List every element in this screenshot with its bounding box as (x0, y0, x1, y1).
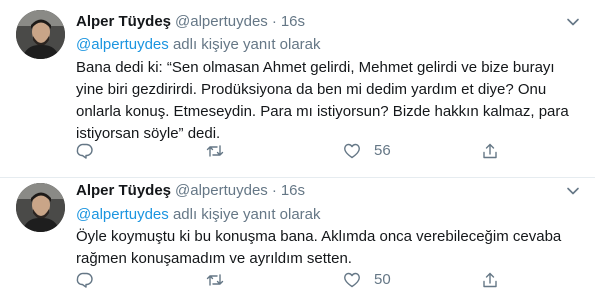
timestamp[interactable]: 16s (281, 182, 305, 199)
reply-icon (76, 143, 93, 159)
reply-mention-link[interactable]: @alpertuydes (76, 206, 169, 223)
chevron-down-icon[interactable] (565, 14, 581, 30)
reply-context: @alpertuydes adlı kişiye yanıt olarak (76, 205, 321, 225)
heart-icon (344, 272, 360, 288)
separator: · (271, 13, 277, 30)
retweet-button[interactable] (206, 141, 224, 161)
tweet-actions: 50 (76, 270, 516, 290)
avatar[interactable] (16, 183, 65, 232)
share-icon (483, 272, 497, 288)
share-button[interactable] (481, 270, 499, 290)
tweet-text: Bana dedi ki: “Sen olmasan Ahmet gelirdi… (76, 57, 576, 145)
tweet-header: Alper Tüydeş @alpertuydes · 16s (76, 12, 305, 32)
author-handle[interactable]: @alpertuydes (175, 182, 268, 199)
reply-context-text: adlı kişiye yanıt olarak (168, 36, 321, 53)
tweet-text-line: Öyle koymuştu ki bu konuşma bana. Aklımd… (76, 228, 562, 245)
separator: · (271, 182, 277, 199)
like-count: 50 (374, 271, 391, 288)
share-button[interactable] (481, 141, 499, 161)
reply-context-text: adlı kişiye yanıt olarak (168, 206, 321, 223)
reply-button[interactable] (76, 270, 94, 290)
like-button[interactable]: 56 (343, 141, 391, 161)
like-button[interactable]: 50 (343, 270, 391, 290)
tweet-text-line: rağmen konuşamadım ve ayrıldım setten. (76, 250, 352, 267)
tweet-text-line: yine biri gezdirirdi. Prodüksiyona da be… (76, 81, 547, 98)
author-handle[interactable]: @alpertuydes (175, 13, 268, 30)
reply-icon (76, 272, 93, 288)
retweet-icon (206, 274, 224, 286)
tweet-text-line: onlarla konuş. Etmeseydin. Para mı istiy… (76, 103, 569, 120)
tweet-text-line: Bana dedi ki: “Sen olmasan Ahmet gelirdi… (76, 59, 555, 76)
tweet[interactable]: Alper Tüydeş @alpertuydes · 16s @alpertuyde… (0, 0, 595, 178)
retweet-button[interactable] (206, 270, 224, 290)
reply-context: @alpertuydes adlı kişiye yanıt olarak (76, 35, 321, 55)
retweet-icon (206, 145, 224, 157)
tweet-text: Öyle koymuştu ki bu konuşma bana. Aklımd… (76, 226, 576, 270)
reply-mention-link[interactable]: @alpertuydes (76, 36, 169, 53)
author-name[interactable]: Alper Tüydeş (76, 182, 171, 199)
timestamp[interactable]: 16s (281, 13, 305, 30)
share-icon (483, 143, 497, 159)
tweet[interactable]: Alper Tüydeş @alpertuydes · 16s @alpertuyde… (0, 178, 595, 294)
chevron-down-icon[interactable] (565, 183, 581, 199)
tweet-actions: 56 (76, 141, 516, 161)
like-count: 56 (374, 142, 391, 159)
avatar[interactable] (16, 10, 65, 59)
heart-icon (344, 143, 360, 159)
reply-button[interactable] (76, 141, 94, 161)
author-name[interactable]: Alper Tüydeş (76, 13, 171, 30)
tweet-header: Alper Tüydeş @alpertuydes · 16s (76, 181, 305, 201)
